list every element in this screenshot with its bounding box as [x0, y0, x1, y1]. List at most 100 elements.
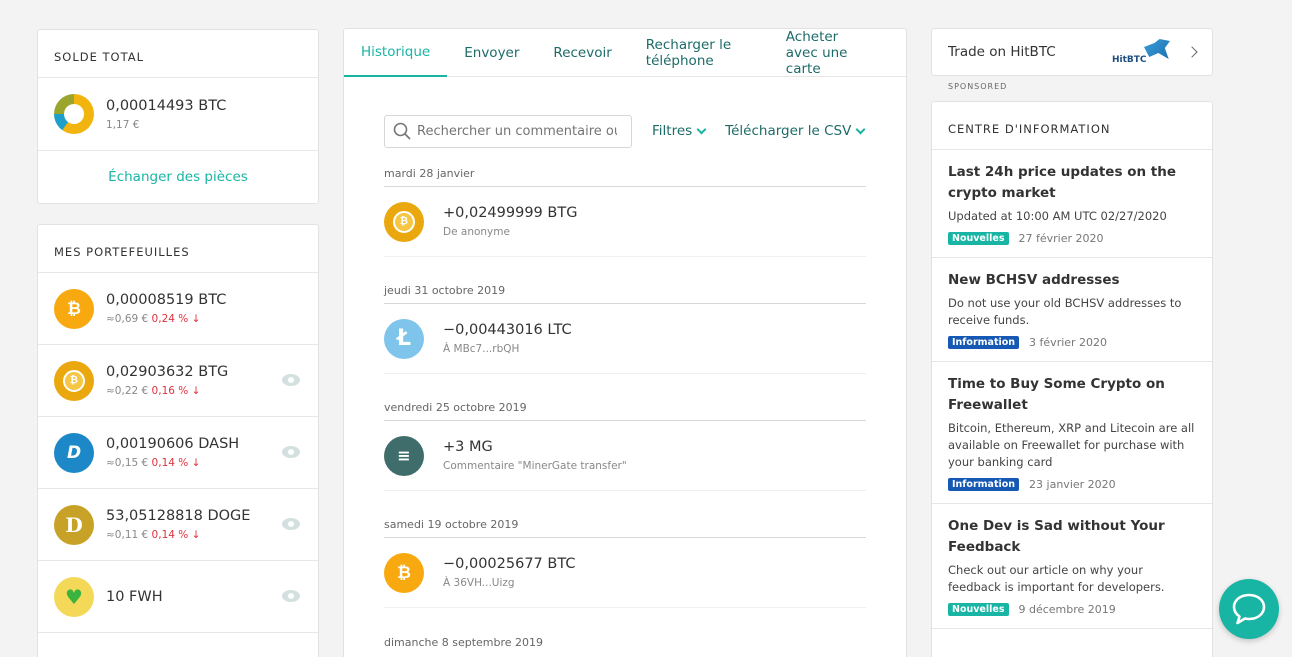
- transaction-description: À 36VH...Uizg: [443, 577, 515, 589]
- info-center-card: CENTRE D'INFORMATION Last 24h price upda…: [931, 101, 1213, 657]
- history-tabs: Historique Envoyer Recevoir Recharger le…: [344, 29, 906, 77]
- news-title: Time to Buy Some Crypto on Freewallet: [948, 376, 1165, 413]
- hitbtc-label: Trade on HitBTC: [948, 44, 1056, 60]
- news-date: 3 février 2020: [1029, 336, 1108, 349]
- chat-button[interactable]: [1219, 579, 1279, 639]
- hitbtc-banner[interactable]: Trade on HitBTC HitBTC: [931, 28, 1213, 76]
- wallet-change: 0,16 % ↓: [151, 385, 201, 397]
- wallet-row-btc[interactable]: ₿ 0,00008519 BTC ≈0,69 € 0,24 % ↓: [38, 273, 318, 345]
- news-body: Updated at 10:00 AM UTC 02/27/2020: [948, 209, 1167, 223]
- news-date: 9 décembre 2019: [1018, 603, 1116, 616]
- history-card: Historique Envoyer Recevoir Recharger le…: [343, 28, 907, 657]
- date-header: vendredi 25 octobre 2019: [384, 391, 866, 421]
- search-icon: [393, 122, 411, 140]
- news-title: One Dev is Sad without Your Feedback: [948, 518, 1165, 555]
- news-title: Last 24h price updates on the crypto mar…: [948, 164, 1177, 201]
- eye-icon[interactable]: [282, 446, 300, 458]
- chevron-right-icon: [1186, 46, 1198, 58]
- info-center-title: CENTRE D'INFORMATION: [932, 102, 1212, 150]
- wallet-change: 0,14 % ↓: [151, 457, 201, 469]
- eye-icon[interactable]: [282, 374, 300, 386]
- hitbtc-logo-icon: HitBTC: [1112, 37, 1170, 67]
- news-item[interactable]: Time to Buy Some Crypto on Freewallet Bi…: [932, 362, 1212, 504]
- dogecoin-icon: D: [54, 504, 94, 545]
- news-date: 27 février 2020: [1018, 232, 1104, 245]
- transaction-amount: −0,00025677 BTC: [443, 556, 576, 572]
- total-balance-btc: 0,00014493 BTC: [106, 97, 227, 114]
- bitcoin-gold-icon: ₿: [54, 360, 94, 401]
- news-body: Bitcoin, Ethereum, XRP and Litecoin are …: [948, 421, 1195, 469]
- wallet-change: 0,14 % ↓: [151, 529, 201, 541]
- tab-history[interactable]: Historique: [344, 29, 448, 77]
- date-header: samedi 19 octobre 2019: [384, 508, 866, 538]
- news-item[interactable]: New BCHSV addresses Do not use your old …: [932, 258, 1212, 362]
- wallet-row-doge[interactable]: D 53,05128818 DOGE ≈0,11 € 0,14 % ↓: [38, 489, 318, 561]
- filters-label: Filtres: [652, 123, 693, 139]
- total-balance-card: SOLDE TOTAL 0,00014493 BTC 1,17 € Échang…: [37, 29, 319, 204]
- date-header: dimanche 8 septembre 2019: [384, 635, 544, 649]
- minergate-icon: ≡: [384, 435, 424, 476]
- wallet-amount: 53,05128818 DOGE: [106, 508, 251, 524]
- wallet-row-fwh[interactable]: ♥ 10 FWH: [38, 561, 318, 633]
- date-header: jeudi 31 octobre 2019: [384, 274, 866, 304]
- news-item[interactable]: Last 24h price updates on the crypto mar…: [932, 150, 1212, 258]
- transaction-amount: +3 MG: [443, 439, 493, 455]
- my-wallets-card: MES PORTEFEUILLES ₿ 0,00008519 BTC ≈0,69…: [37, 224, 319, 657]
- transaction-row[interactable]: ≡ +3 MG Commentaire "MinerGate transfer": [384, 421, 866, 491]
- wallet-amount: 0,00190606 DASH: [106, 436, 240, 452]
- bitcoin-gold-icon: ₿: [384, 201, 424, 242]
- chevron-down-icon: [696, 124, 707, 134]
- transaction-amount: −0,00443016 LTC: [443, 322, 572, 338]
- search-input[interactable]: [417, 123, 617, 139]
- wallet-amount: 10 FWH: [106, 588, 163, 605]
- total-balance-title: SOLDE TOTAL: [38, 30, 318, 78]
- wallet-amount: 0,00008519 BTC: [106, 292, 227, 308]
- news-badge: Information: [948, 336, 1020, 349]
- transaction-row[interactable]: Ł −0,00443016 LTC À MBc7...rbQH: [384, 304, 866, 374]
- wallet-fiat: ≈0,69 €: [106, 313, 149, 325]
- bitcoin-icon: ₿: [54, 288, 94, 329]
- wallet-fiat: ≈0,22 €: [106, 385, 149, 397]
- eye-icon[interactable]: [282, 518, 300, 530]
- wallet-change: 0,24 % ↓: [151, 313, 201, 325]
- transaction-description: Commentaire "MinerGate transfer": [443, 460, 627, 472]
- my-wallets-title: MES PORTEFEUILLES: [38, 225, 318, 273]
- transaction-row[interactable]: ₿ −0,00025677 BTC À 36VH...Uizg: [384, 538, 866, 608]
- total-balance-row: 0,00014493 BTC 1,17 €: [38, 78, 318, 151]
- hitbtc-logo-text: HitBTC: [1112, 55, 1147, 65]
- news-badge: Nouvelles: [948, 232, 1009, 245]
- sponsored-label: SPONSORED: [948, 82, 1008, 91]
- filters-button[interactable]: Filtres: [652, 123, 707, 139]
- news-item[interactable]: One Dev is Sad without Your Feedback Che…: [932, 504, 1212, 629]
- tab-buy-with-card[interactable]: Acheter avec une carte: [769, 29, 879, 77]
- tab-receive[interactable]: Recevoir: [536, 29, 628, 77]
- news-badge: Nouvelles: [948, 603, 1009, 616]
- tab-send[interactable]: Envoyer: [447, 29, 536, 77]
- green-heart-icon: ♥: [54, 576, 94, 617]
- transaction-description: De anonyme: [443, 226, 510, 238]
- transaction-amount: +0,02499999 BTG: [443, 205, 578, 221]
- search-box[interactable]: [384, 114, 632, 148]
- date-header: mardi 28 janvier: [384, 157, 866, 187]
- wallet-row-btg[interactable]: ₿ 0,02903632 BTG ≈0,22 € 0,16 % ↓: [38, 345, 318, 417]
- exchange-coins-link[interactable]: Échanger des pièces: [38, 151, 318, 203]
- download-csv-button[interactable]: Télécharger le CSV: [725, 123, 866, 139]
- transaction-row[interactable]: ₿ +0,02499999 BTG De anonyme: [384, 187, 866, 257]
- news-body: Check out our article on why your feedba…: [948, 563, 1165, 594]
- tab-recharge-phone[interactable]: Recharger le téléphone: [629, 29, 769, 77]
- bitcoin-icon: ₿: [384, 552, 424, 593]
- litecoin-icon: Ł: [384, 318, 424, 359]
- news-body: Do not use your old BCHSV addresses to r…: [948, 296, 1182, 327]
- news-date: 23 janvier 2020: [1029, 478, 1116, 491]
- news-title: New BCHSV addresses: [948, 272, 1120, 288]
- chevron-down-icon: [855, 124, 866, 134]
- transaction-description: À MBc7...rbQH: [443, 343, 520, 355]
- news-badge: Information: [948, 478, 1020, 491]
- wallet-fiat: ≈0,15 €: [106, 457, 149, 469]
- wallet-row-dash[interactable]: D 0,00190606 DASH ≈0,15 € 0,14 % ↓: [38, 417, 318, 489]
- chat-bubble-icon: [1232, 593, 1266, 625]
- wallet-fiat: ≈0,11 €: [106, 529, 149, 541]
- wallet-amount: 0,02903632 BTG: [106, 364, 229, 380]
- balance-donut-chart-icon: [54, 94, 94, 134]
- eye-icon[interactable]: [282, 590, 300, 602]
